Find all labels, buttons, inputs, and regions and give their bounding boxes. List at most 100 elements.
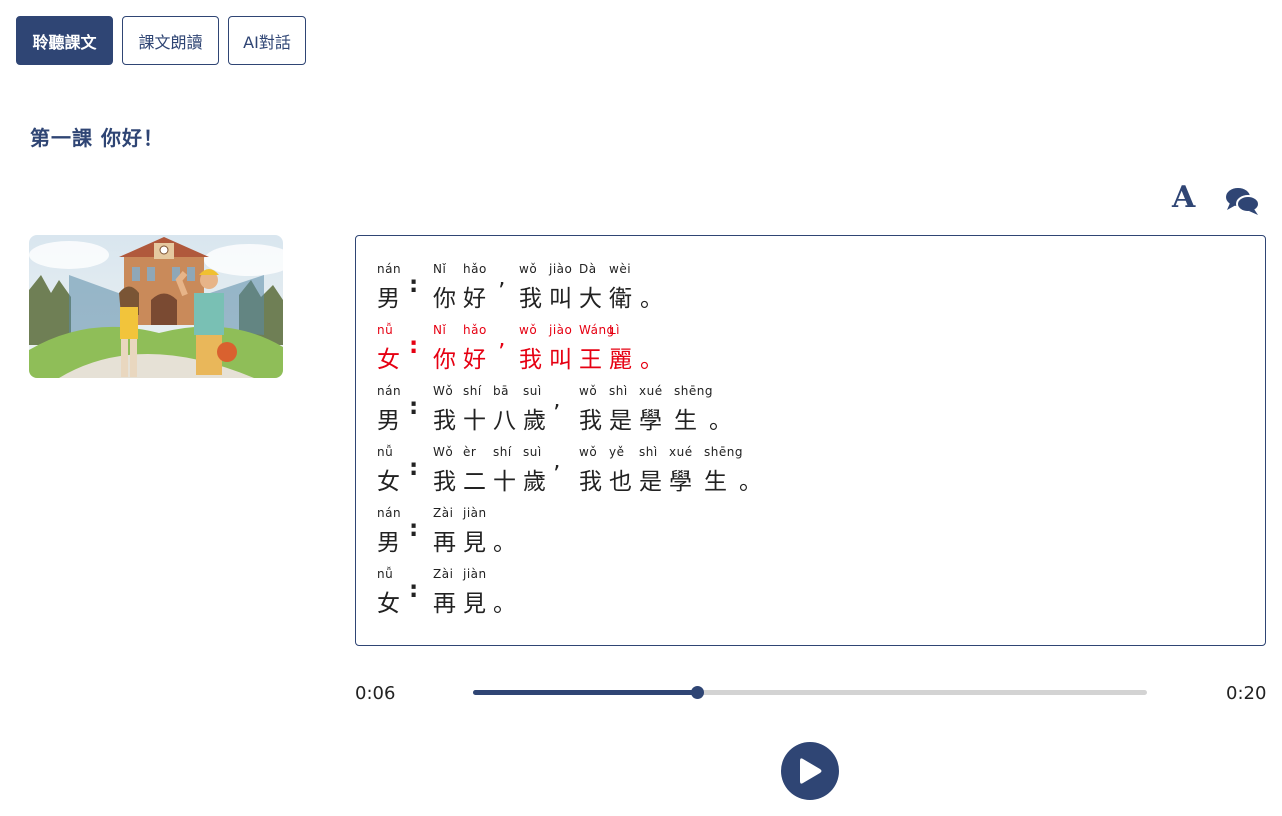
pinyin: shí [493,445,512,459]
pinyin: bā [493,384,509,398]
lesson-text-panel: nán 男: Nǐ 你 hǎo 好 ’ wǒ 我 jiào 叫 Dà 大 wèi 衛。 nǚ 女: Nǐ 你 hǎo 好… [355,235,1266,646]
hanzi: 我 [433,469,456,495]
progress-handle[interactable] [691,686,705,699]
hanzi: 叫 [549,286,572,312]
punctuation: 。 [493,591,516,617]
punctuation: 。 [709,408,732,434]
hanzi: 八 [493,408,516,434]
punctuation: ’ [498,279,506,305]
speaker-colon: : [409,577,419,603]
pinyin: wǒ [519,323,538,337]
pinyin: suì [523,384,542,398]
punctuation: ’ [553,401,561,427]
pinyin: hǎo [463,323,487,337]
pinyin: èr [463,445,477,459]
speaker-pinyin: nán [377,262,402,276]
tab-read-lesson[interactable]: 課文朗讀 [122,16,219,65]
hanzi: 我 [579,408,602,434]
pinyin: xué [669,445,693,459]
speaker-label: 女 [377,591,400,617]
speaker-label: 男 [377,408,400,434]
pinyin: jiào [549,262,573,276]
progress-slider[interactable] [473,686,1147,699]
hanzi: 是 [609,408,632,434]
pinyin: yě [609,445,625,459]
pinyin: shēng [704,445,743,459]
speaker-colon: : [409,272,419,298]
pinyin: shí [463,384,482,398]
punctuation: 。 [739,469,762,495]
pinyin: Wǒ [433,384,454,398]
tab-ai-dialogue[interactable]: AI對話 [228,16,306,65]
pinyin: jiàn [463,506,487,520]
punctuation: ’ [498,340,506,366]
pinyin: shēng [674,384,713,398]
pinyin: hǎo [463,262,487,276]
tab-bar: 聆聽課文 課文朗讀 AI對話 [16,16,306,65]
page-title: 第一課 你好！ [30,126,164,150]
pinyin: Dà [579,262,597,276]
play-icon [800,758,822,784]
hanzi: 我 [433,408,456,434]
font-size-icon[interactable]: A [1172,180,1195,215]
speaker-colon: : [409,333,419,359]
pinyin: suì [523,445,542,459]
hanzi: 叫 [549,347,572,373]
total-time: 0:20 [1226,683,1267,704]
lesson-illustration [29,235,283,378]
speaker-colon: : [409,516,419,542]
hanzi: 學 [639,408,662,434]
hanzi: 十 [493,469,516,495]
pinyin: Zài [433,506,454,520]
hanzi: 衛 [609,286,632,312]
hanzi: 你 [433,347,456,373]
speaker-label: 男 [377,530,400,556]
speaker-pinyin: nán [377,384,402,398]
speaker-pinyin: nán [377,506,402,520]
speaker-colon: : [409,455,419,481]
hanzi: 我 [519,347,542,373]
pinyin: Lì [609,323,621,337]
pinyin: wǒ [579,445,598,459]
punctuation: 。 [640,286,663,312]
hanzi: 再 [433,530,456,556]
pinyin: xué [639,384,663,398]
speaker-pinyin: nǚ [377,323,394,337]
speaker-pinyin: nǚ [377,567,394,581]
hanzi: 見 [463,591,486,617]
speaker-colon: : [409,394,419,420]
hanzi: 我 [579,469,602,495]
pinyin: Wǒ [433,445,454,459]
punctuation: ’ [553,462,561,488]
pinyin: jiàn [463,567,487,581]
speaker-label: 男 [377,286,400,312]
pinyin: Zài [433,567,454,581]
hanzi: 我 [519,286,542,312]
hanzi: 歲 [523,408,546,434]
tab-listen-lesson[interactable]: 聆聽課文 [16,16,113,65]
pinyin: shì [609,384,628,398]
punctuation: 。 [640,347,663,373]
pinyin: jiào [549,323,573,337]
speaker-label: 女 [377,469,400,495]
pinyin: shì [639,445,658,459]
hanzi: 再 [433,591,456,617]
play-button[interactable] [781,742,839,800]
hanzi: 見 [463,530,486,556]
punctuation: 。 [493,530,516,556]
hanzi: 大 [579,286,602,312]
hanzi: 學 [669,469,692,495]
hanzi: 十 [463,408,486,434]
hanzi: 也 [609,469,632,495]
hanzi: 生 [674,408,697,434]
speaker-label: 女 [377,347,400,373]
speaker-pinyin: nǚ [377,445,394,459]
pinyin: wèi [609,262,632,276]
hanzi: 二 [463,469,486,495]
chat-bubbles-icon[interactable] [1225,186,1261,220]
progress-fill [473,690,698,695]
hanzi: 生 [704,469,727,495]
pinyin: wǒ [519,262,538,276]
hanzi: 好 [463,286,486,312]
pinyin: Nǐ [433,262,447,276]
